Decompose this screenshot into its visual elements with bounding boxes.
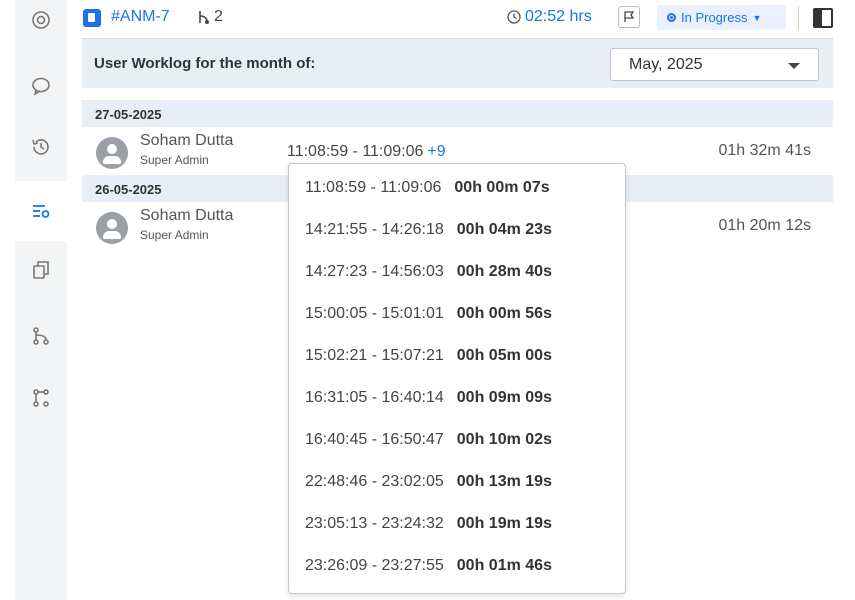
range-time: 16:40:45 - 16:50:47: [305, 431, 444, 448]
list-item: 16:31:05 - 16:40:14 00h 09m 09s: [305, 389, 552, 413]
subtask-icon: [199, 11, 209, 24]
range-duration: 00h 19m 19s: [456, 515, 552, 532]
range-duration: 00h 01m 46s: [456, 557, 552, 574]
month-select[interactable]: May, 2025: [610, 48, 819, 81]
total-duration: 01h 20m 12s: [718, 217, 811, 234]
task-id-link[interactable]: #ANM-7: [111, 8, 170, 26]
worklog-icon[interactable]: [15, 181, 67, 241]
subtask-count-value: 2: [214, 8, 223, 25]
avatar: [96, 137, 128, 169]
range-duration: 00h 09m 09s: [456, 389, 552, 406]
range-duration: 00h 04m 23s: [456, 221, 552, 238]
worklog-header: User Worklog for the month of: May, 2025: [82, 38, 833, 88]
range-time: 15:00:05 - 15:01:01: [305, 305, 444, 322]
time-range: 11:08:59 - 11:09:06 +9: [287, 143, 446, 161]
task-type-icon: [83, 9, 101, 27]
user-name: Soham Dutta: [140, 207, 234, 224]
list-item: 11:08:59 - 11:09:06 00h 00m 07s: [305, 179, 550, 203]
total-duration: 01h 32m 41s: [718, 142, 811, 159]
side-rail: [15, 0, 67, 600]
user-name: Soham Dutta: [140, 132, 234, 149]
eye-icon[interactable]: [15, 0, 67, 40]
caret-down-icon: ▼: [752, 12, 762, 23]
range-time: 16:31:05 - 16:40:14: [305, 389, 444, 406]
copy-icon[interactable]: [15, 250, 67, 290]
time-range-value: 11:08:59 - 11:09:06: [287, 143, 424, 160]
list-item: 16:40:45 - 16:50:47 00h 10m 02s: [305, 431, 552, 455]
range-time: 15:02:21 - 15:07:21: [305, 347, 444, 364]
divider: [798, 6, 799, 30]
range-duration: 00h 10m 02s: [456, 431, 552, 448]
more-ranges-toggle[interactable]: +9: [427, 143, 445, 160]
time-ranges-dropdown: 11:08:59 - 11:09:06 00h 00m 07s 14:21:55 …: [288, 163, 626, 594]
user-role: Super Admin: [140, 228, 209, 242]
status-label: In Progress: [681, 10, 748, 25]
comment-icon[interactable]: [15, 66, 67, 106]
range-time: 11:08:59 - 11:09:06: [305, 179, 442, 196]
range-duration: 00h 28m 40s: [456, 263, 552, 280]
avatar: [96, 212, 128, 244]
range-duration: 00h 13m 19s: [456, 473, 552, 490]
list-item: 23:26:09 - 23:27:55 00h 01m 46s: [305, 557, 552, 581]
range-duration: 00h 05m 00s: [456, 347, 552, 364]
status-dropdown[interactable]: In Progress ▼: [657, 5, 786, 30]
range-time: 23:26:09 - 23:27:55: [305, 557, 444, 574]
date-header: 27-05-2025: [82, 100, 833, 127]
range-duration: 00h 00m 56s: [456, 305, 552, 322]
workflow-icon[interactable]: [15, 378, 67, 418]
flag-button[interactable]: [618, 6, 640, 28]
range-duration: 00h 00m 07s: [454, 179, 550, 196]
clock-icon: [507, 10, 521, 24]
flag-icon: [624, 11, 635, 22]
list-item: 15:00:05 - 15:01:01 00h 00m 56s: [305, 305, 552, 329]
worklog-title: User Worklog for the month of:: [94, 55, 316, 72]
range-time: 14:27:23 - 14:56:03: [305, 263, 444, 280]
range-time: 22:48:46 - 23:02:05: [305, 473, 444, 490]
range-time: 23:05:13 - 23:24:32: [305, 515, 444, 532]
list-item: 14:21:55 - 14:26:18 00h 04m 23s: [305, 221, 552, 245]
branch-icon[interactable]: [15, 316, 67, 356]
status-dot-icon: [667, 13, 676, 22]
list-item: 22:48:46 - 23:02:05 00h 13m 19s: [305, 473, 552, 497]
history-icon[interactable]: [15, 127, 67, 167]
month-value: May, 2025: [629, 56, 703, 73]
list-item: 14:27:23 - 14:56:03 00h 28m 40s: [305, 263, 552, 287]
task-timer[interactable]: 02:52 hrs: [507, 8, 592, 26]
chevron-down-icon: [788, 63, 800, 69]
list-item: 15:02:21 - 15:07:21 00h 05m 00s: [305, 347, 552, 371]
user-role: Super Admin: [140, 153, 209, 167]
panel-toggle-icon[interactable]: [813, 8, 833, 28]
subtask-count[interactable]: 2: [197, 8, 223, 26]
timer-value: 02:52 hrs: [525, 8, 592, 25]
range-time: 14:21:55 - 14:26:18: [305, 221, 444, 238]
list-item: 23:05:13 - 23:24:32 00h 19m 19s: [305, 515, 552, 539]
task-topbar: #ANM-7 2 02:52 hrs In Progress ▼: [67, 0, 855, 38]
